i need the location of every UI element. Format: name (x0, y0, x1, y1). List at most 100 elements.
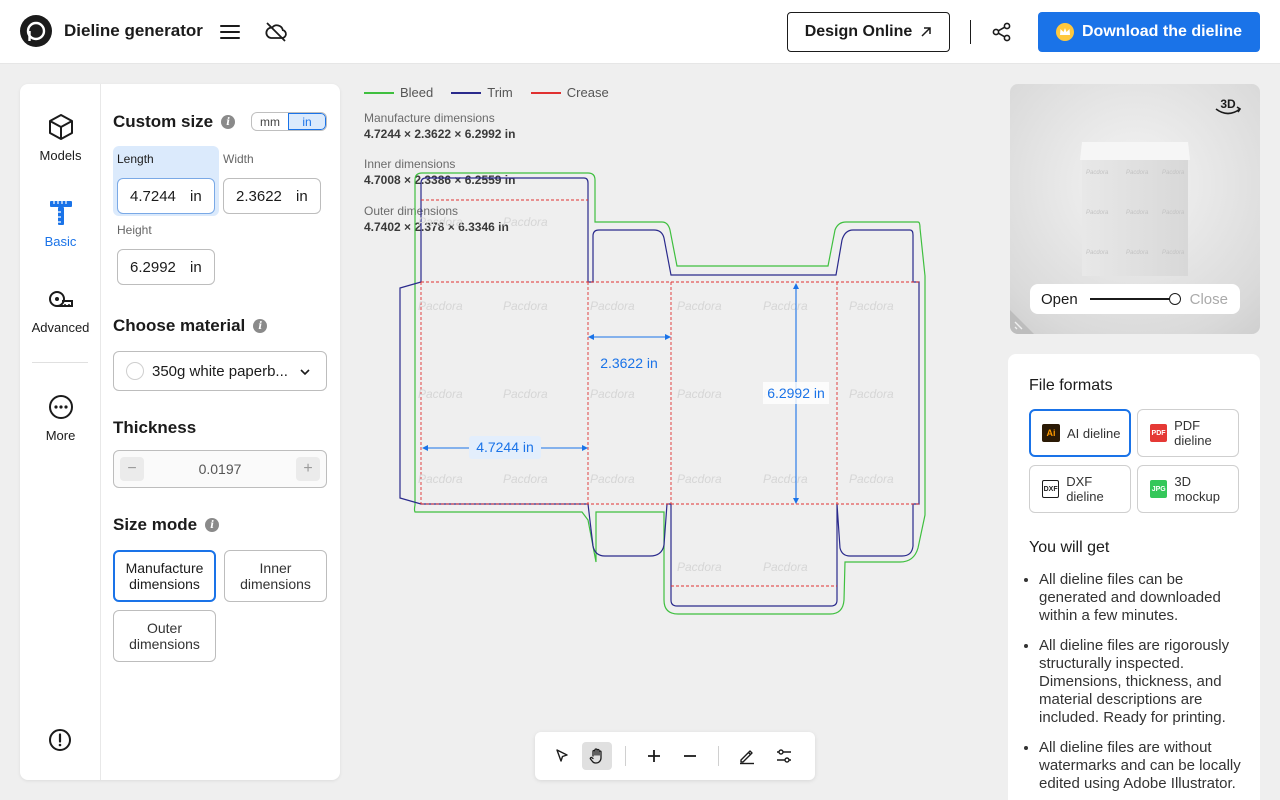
zoom-out-icon[interactable] (675, 742, 705, 770)
manufacture-dim-value: 4.7244 × 2.3622 × 6.2992 in (364, 127, 516, 141)
mode-manufacture-button[interactable]: Manufacture dimensions (113, 550, 216, 602)
nav-item-advanced[interactable]: Advanced (20, 284, 101, 335)
fold-slider-knob[interactable] (1169, 293, 1181, 305)
svg-text:Pacdora: Pacdora (503, 472, 548, 486)
thickness-title: Thickness (113, 418, 197, 437)
manufacture-dim-label: Manufacture dimensions (364, 111, 495, 125)
svg-text:Pacdora: Pacdora (849, 299, 894, 313)
svg-text:Pacdora: Pacdora (1126, 250, 1149, 256)
format-dxf-label: DXF dieline (1066, 474, 1104, 504)
download-dieline-button[interactable]: Download the dieline (1038, 12, 1260, 52)
svg-text:Pacdora: Pacdora (677, 387, 722, 401)
svg-text:Pacdora: Pacdora (1162, 170, 1185, 176)
svg-text:Pacdora: Pacdora (849, 387, 894, 401)
width-value: 2.3622 (236, 187, 282, 205)
thickness-value: 0.0197 (198, 461, 242, 477)
size-mode-title: Size mode (113, 515, 198, 534)
svg-text:Pacdora: Pacdora (590, 299, 635, 313)
open-close-slider[interactable]: Open Close (1030, 284, 1240, 314)
dieline-canvas[interactable]: Pacdora Pacdora Pacdora Pacdora Pacdora Pacdo… (390, 165, 935, 625)
crease-lines (420, 199, 919, 587)
svg-text:Pacdora: Pacdora (677, 299, 722, 313)
unit-in-option[interactable]: in (288, 113, 326, 130)
pacdora-logo[interactable] (20, 15, 52, 47)
resize-corner-icon[interactable] (1010, 306, 1038, 334)
svg-text:Pacdora: Pacdora (1086, 250, 1109, 256)
zoom-in-icon[interactable] (639, 742, 669, 770)
svg-text:Pacdora: Pacdora (677, 472, 722, 486)
share-icon[interactable] (990, 20, 1014, 44)
app-title: Dieline generator (64, 21, 203, 40)
material-selected-value: 350g white paperb... (152, 362, 288, 380)
svg-text:Pacdora: Pacdora (418, 299, 463, 313)
svg-text:Pacdora: Pacdora (503, 299, 548, 313)
nav-item-models[interactable]: Models (20, 112, 101, 163)
feedback-alert-icon[interactable] (48, 728, 72, 752)
decrement-button[interactable]: − (120, 457, 144, 481)
svg-text:Pacdora: Pacdora (849, 472, 894, 486)
unit-mm-option[interactable]: mm (252, 113, 288, 130)
nav-item-basic[interactable]: Basic (20, 198, 101, 249)
format-ai-button[interactable]: Ai AI dieline (1029, 409, 1131, 457)
benefits-list: All dieline files can be generated and d… (1039, 571, 1243, 800)
mode-outer-button[interactable]: Outer dimensions (113, 610, 216, 662)
svg-text:Pacdora: Pacdora (677, 560, 722, 574)
fold-slider-track[interactable] (1090, 298, 1176, 300)
height-input[interactable]: 6.2992 in (117, 249, 215, 285)
select-tool-icon[interactable] (547, 742, 577, 770)
length-value: 4.7244 (130, 187, 176, 205)
crease-swatch (530, 91, 561, 94)
svg-text:Pacdora: Pacdora (418, 472, 463, 486)
nav-item-label: More (45, 428, 76, 443)
svg-text:Pacdora: Pacdora (590, 387, 635, 401)
width-input[interactable]: 2.3622 in (223, 178, 321, 214)
height-field-group: Height 6.2992 in (113, 217, 219, 287)
3d-preview[interactable]: 3D Pacdora Pacdora Pacdora Pacdora Pacdora P… (1010, 84, 1260, 334)
nav-item-more[interactable]: More (20, 392, 101, 443)
width-label: Width (223, 152, 254, 166)
info-icon[interactable]: i (221, 115, 236, 129)
increment-button[interactable]: + (295, 457, 320, 481)
custom-size-heading: Custom size i (113, 112, 236, 132)
height-value: 6.2992 (130, 258, 176, 276)
size-mode-heading: Size mode i (113, 515, 220, 535)
mode-inner-button[interactable]: Inner dimensions (224, 550, 327, 602)
format-pdf-button[interactable]: PDF PDF dieline (1137, 409, 1239, 457)
svg-text:Pacdora: Pacdora (418, 387, 463, 401)
format-3d-mockup-button[interactable]: JPG 3D mockup (1137, 465, 1239, 513)
format-3d-label: 3D mockup (1174, 474, 1220, 504)
legend-bleed-label: Bleed (400, 85, 434, 100)
you-will-get-title: You will get (1029, 539, 1110, 556)
legend-trim: Trim (451, 85, 513, 100)
svg-text:3D: 3D (1220, 97, 1236, 111)
cloud-off-icon[interactable] (264, 20, 288, 44)
box-mockup: Pacdora Pacdora Pacdora Pacdora Pacdora Pacd… (1080, 142, 1190, 276)
3d-view-icon[interactable]: 3D (1212, 96, 1244, 125)
trim-swatch (451, 91, 482, 94)
svg-text:Pacdora: Pacdora (1162, 210, 1185, 216)
design-online-button[interactable]: Design Online (787, 12, 950, 52)
download-options-panel: File formats Ai AI dieline PDF PDF dieli… (1008, 354, 1260, 800)
line-legend: Bleed Trim Crease (364, 85, 609, 100)
width-dim-label: 2.3622 in (600, 355, 658, 371)
height-unit: in (190, 258, 202, 276)
format-dxf-button[interactable]: DXF DXF dieline (1029, 465, 1131, 513)
hand-tool-icon[interactable] (582, 742, 612, 770)
manufacture-dimensions: Manufacture dimensions 4.7244 × 2.3622 ×… (364, 110, 515, 142)
top-header: Dieline generator Design Online Download… (0, 0, 1280, 64)
draw-tool-icon[interactable] (732, 742, 762, 770)
info-icon[interactable]: i (253, 319, 268, 333)
length-input[interactable]: 4.7244 in (117, 178, 215, 214)
info-icon[interactable]: i (205, 518, 220, 532)
download-label: Download the dieline (1081, 23, 1242, 40)
dxf-file-icon: DXF (1042, 480, 1060, 498)
length-dim-label: 4.7244 in (476, 439, 534, 455)
menu-icon[interactable] (218, 20, 242, 44)
canvas-toolbar (535, 732, 815, 780)
svg-text:Pacdora: Pacdora (503, 215, 548, 229)
length-unit: in (190, 187, 202, 205)
open-label: Open (1041, 290, 1078, 308)
adjust-settings-icon[interactable] (769, 742, 799, 770)
crown-icon (1055, 23, 1074, 41)
material-select[interactable]: 350g white paperb... (113, 351, 327, 391)
